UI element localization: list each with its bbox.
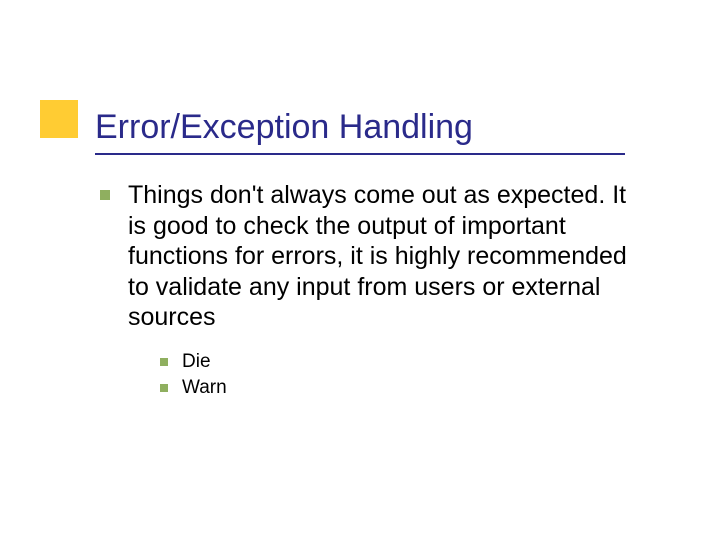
bullet-text: Things don't always come out as expected… xyxy=(128,180,650,333)
body-content: Things don't always come out as expected… xyxy=(100,180,650,403)
bullet-level2: Warn xyxy=(160,377,650,399)
sub-bullet-text: Die xyxy=(182,351,211,373)
square-bullet-icon xyxy=(160,358,168,366)
sub-bullet-list: Die Warn xyxy=(160,351,650,399)
bullet-level2: Die xyxy=(160,351,650,373)
sub-bullet-text: Warn xyxy=(182,377,227,399)
title-underline xyxy=(95,153,625,155)
square-bullet-icon xyxy=(100,190,110,200)
bullet-level1: Things don't always come out as expected… xyxy=(100,180,650,333)
slide-title: Error/Exception Handling xyxy=(95,108,660,153)
square-bullet-icon xyxy=(160,384,168,392)
title-block: Error/Exception Handling xyxy=(95,108,660,155)
accent-square xyxy=(40,100,78,138)
